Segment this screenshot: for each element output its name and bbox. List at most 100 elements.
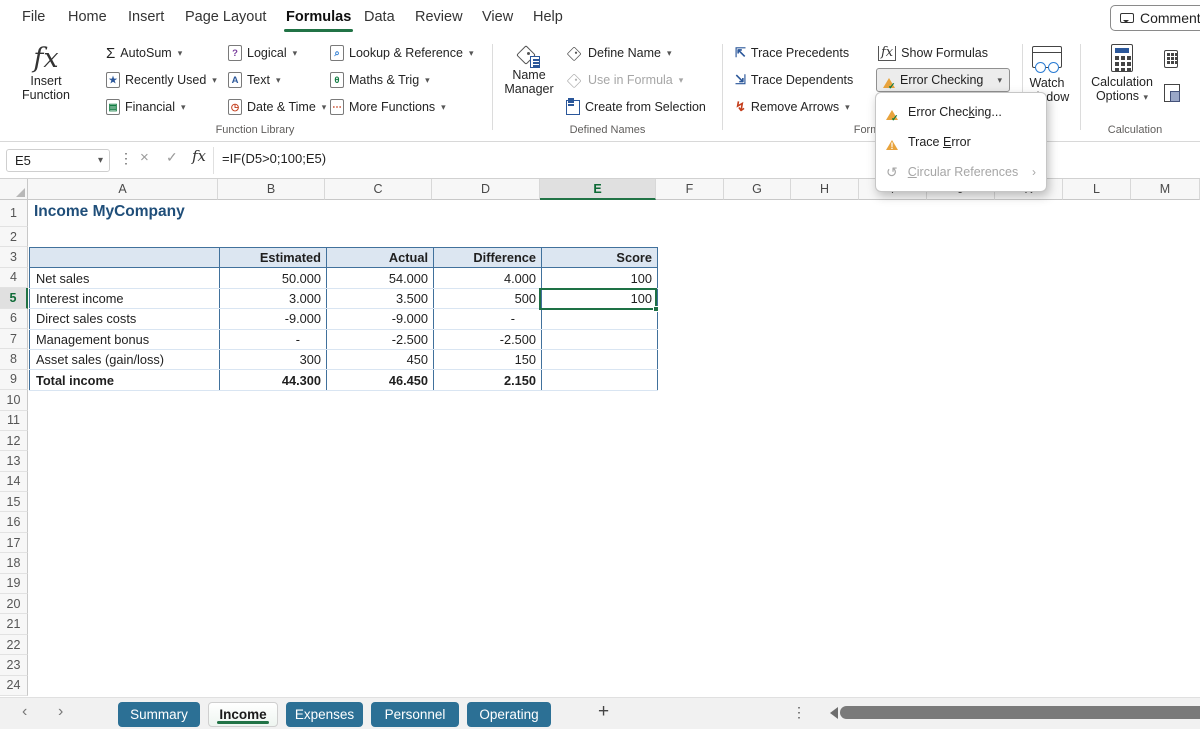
table-cell[interactable]: Estimated xyxy=(220,248,327,268)
row-header-14[interactable]: 14 xyxy=(0,472,28,492)
menu-tab-insert[interactable]: Insert xyxy=(128,9,164,25)
text-button[interactable]: A Text▾ xyxy=(228,69,280,91)
name-manager-button[interactable]: Name Manager xyxy=(500,46,558,96)
row-header-11[interactable]: 11 xyxy=(0,411,28,431)
recently-used-button[interactable]: ★ Recently Used▾ xyxy=(106,69,217,91)
table-cell[interactable]: 500 xyxy=(434,288,542,308)
name-box[interactable]: E5 ▾ xyxy=(6,149,110,172)
menu-tab-data[interactable]: Data xyxy=(364,9,395,25)
table-cell[interactable]: 50.000 xyxy=(220,268,327,288)
row-header-18[interactable]: 18 xyxy=(0,553,28,573)
formula-bar-options-icon[interactable]: ⋮ xyxy=(119,150,133,167)
menu-tab-home[interactable]: Home xyxy=(68,9,107,25)
table-cell[interactable] xyxy=(542,349,658,369)
menu-item-circular-references[interactable]: ↺ Circular References › xyxy=(876,157,1046,187)
show-formulas-button[interactable]: fx Show Formulas xyxy=(878,42,988,64)
menu-tab-page-layout[interactable]: Page Layout xyxy=(185,9,266,25)
table-cell[interactable]: Score xyxy=(542,248,658,268)
table-cell[interactable]: Net sales xyxy=(30,268,220,288)
row-header-1[interactable]: 1 xyxy=(0,200,28,227)
sheet-tab-summary[interactable]: Summary xyxy=(118,702,200,727)
table-cell[interactable]: 3.000 xyxy=(220,288,327,308)
row-header-10[interactable]: 10 xyxy=(0,390,28,410)
table-cell[interactable]: 150 xyxy=(434,349,542,369)
column-header-C[interactable]: C xyxy=(325,179,432,200)
column-header-E[interactable]: E xyxy=(540,179,656,200)
menu-item-trace-error[interactable]: ! Trace Error xyxy=(876,127,1046,157)
menu-tab-formulas[interactable]: Formulas xyxy=(286,9,351,25)
table-cell[interactable]: 100 xyxy=(542,268,658,288)
selected-cell-e5[interactable] xyxy=(539,288,657,311)
row-header-24[interactable]: 24 xyxy=(0,676,28,696)
row-header-13[interactable]: 13 xyxy=(0,451,28,471)
scroll-left-arrow[interactable] xyxy=(824,707,838,719)
row-header-23[interactable]: 23 xyxy=(0,655,28,675)
sheet-tab-operating[interactable]: Operating xyxy=(467,702,551,727)
column-header-F[interactable]: F xyxy=(656,179,724,200)
table-cell[interactable]: Difference xyxy=(434,248,542,268)
table-cell[interactable]: Total income xyxy=(30,370,220,390)
column-header-L[interactable]: L xyxy=(1063,179,1131,200)
table-cell[interactable]: - xyxy=(434,309,542,329)
horizontal-scrollbar[interactable] xyxy=(840,706,1200,719)
insert-function-button[interactable]: fx Insert Function xyxy=(16,44,76,102)
fill-handle[interactable] xyxy=(653,306,659,312)
row-header-12[interactable]: 12 xyxy=(0,431,28,451)
table-cell[interactable]: Asset sales (gain/loss) xyxy=(30,349,220,369)
table-cell[interactable]: -2.500 xyxy=(434,329,542,349)
calculate-sheet-button[interactable] xyxy=(1164,84,1180,105)
table-cell[interactable] xyxy=(542,370,658,390)
trace-precedents-button[interactable]: ⇱ Trace Precedents xyxy=(735,42,849,64)
column-header-G[interactable]: G xyxy=(724,179,791,200)
row-header-3[interactable]: 3 xyxy=(0,247,28,267)
row-header-7[interactable]: 7 xyxy=(0,329,28,349)
create-from-selection-button[interactable]: Create from Selection xyxy=(566,96,706,118)
row-header-6[interactable]: 6 xyxy=(0,309,28,329)
row-header-16[interactable]: 16 xyxy=(0,512,28,532)
row-header-15[interactable]: 15 xyxy=(0,492,28,512)
comments-button[interactable]: Comment xyxy=(1110,5,1200,31)
more-functions-button[interactable]: ⋯ More Functions▾ xyxy=(330,96,446,118)
insert-function-icon[interactable]: fx xyxy=(192,147,206,165)
table-cell[interactable]: Actual xyxy=(327,248,434,268)
table-cell[interactable] xyxy=(30,248,220,268)
logical-button[interactable]: ? Logical▾ xyxy=(228,42,297,64)
cell-a1-title[interactable]: Income MyCompany xyxy=(34,203,185,221)
table-cell[interactable]: Management bonus xyxy=(30,329,220,349)
remove-arrows-button[interactable]: ↯ Remove Arrows▾ xyxy=(735,96,850,118)
row-header-22[interactable]: 22 xyxy=(0,635,28,655)
prev-sheet-arrow[interactable]: ‹ xyxy=(22,703,27,721)
row-header-20[interactable]: 20 xyxy=(0,594,28,614)
financial-button[interactable]: ▤ Financial▾ xyxy=(106,96,186,118)
row-header-19[interactable]: 19 xyxy=(0,574,28,594)
sheet-content[interactable]: Income MyCompany EstimatedActualDifferen… xyxy=(28,200,1200,697)
table-cell[interactable]: -2.500 xyxy=(327,329,434,349)
calculate-now-button[interactable] xyxy=(1164,50,1178,71)
add-sheet-button[interactable]: + xyxy=(598,701,609,723)
table-cell[interactable]: 450 xyxy=(327,349,434,369)
use-in-formula-button[interactable]: Use in Formula▾ xyxy=(566,69,683,91)
column-header-D[interactable]: D xyxy=(432,179,540,200)
column-header-M[interactable]: M xyxy=(1131,179,1200,200)
menu-tab-view[interactable]: View xyxy=(482,9,513,25)
error-checking-button[interactable]: ✓ Error Checking ▾ xyxy=(876,68,1010,92)
column-header-H[interactable]: H xyxy=(791,179,859,200)
row-header-4[interactable]: 4 xyxy=(0,268,28,288)
define-name-button[interactable]: Define Name▾ xyxy=(566,42,671,64)
cancel-icon[interactable]: × xyxy=(140,149,149,166)
maths-trig-button[interactable]: θ Maths & Trig▾ xyxy=(330,69,430,91)
table-cell[interactable]: 2.150 xyxy=(434,370,542,390)
select-all-corner[interactable] xyxy=(0,179,28,200)
autosum-button[interactable]: Σ AutoSum▾ xyxy=(106,42,182,64)
row-header-17[interactable]: 17 xyxy=(0,533,28,553)
table-cell[interactable] xyxy=(542,329,658,349)
menu-item-error-checking[interactable]: ✓ Error Checking... xyxy=(876,97,1046,127)
table-cell[interactable]: Direct sales costs xyxy=(30,309,220,329)
row-header-9[interactable]: 9 xyxy=(0,370,28,390)
row-header-5[interactable]: 5 xyxy=(0,288,28,308)
table-cell[interactable]: 4.000 xyxy=(434,268,542,288)
row-header-8[interactable]: 8 xyxy=(0,349,28,369)
table-cell[interactable]: 54.000 xyxy=(327,268,434,288)
menu-tab-help[interactable]: Help xyxy=(533,9,563,25)
menu-tab-review[interactable]: Review xyxy=(415,9,463,25)
